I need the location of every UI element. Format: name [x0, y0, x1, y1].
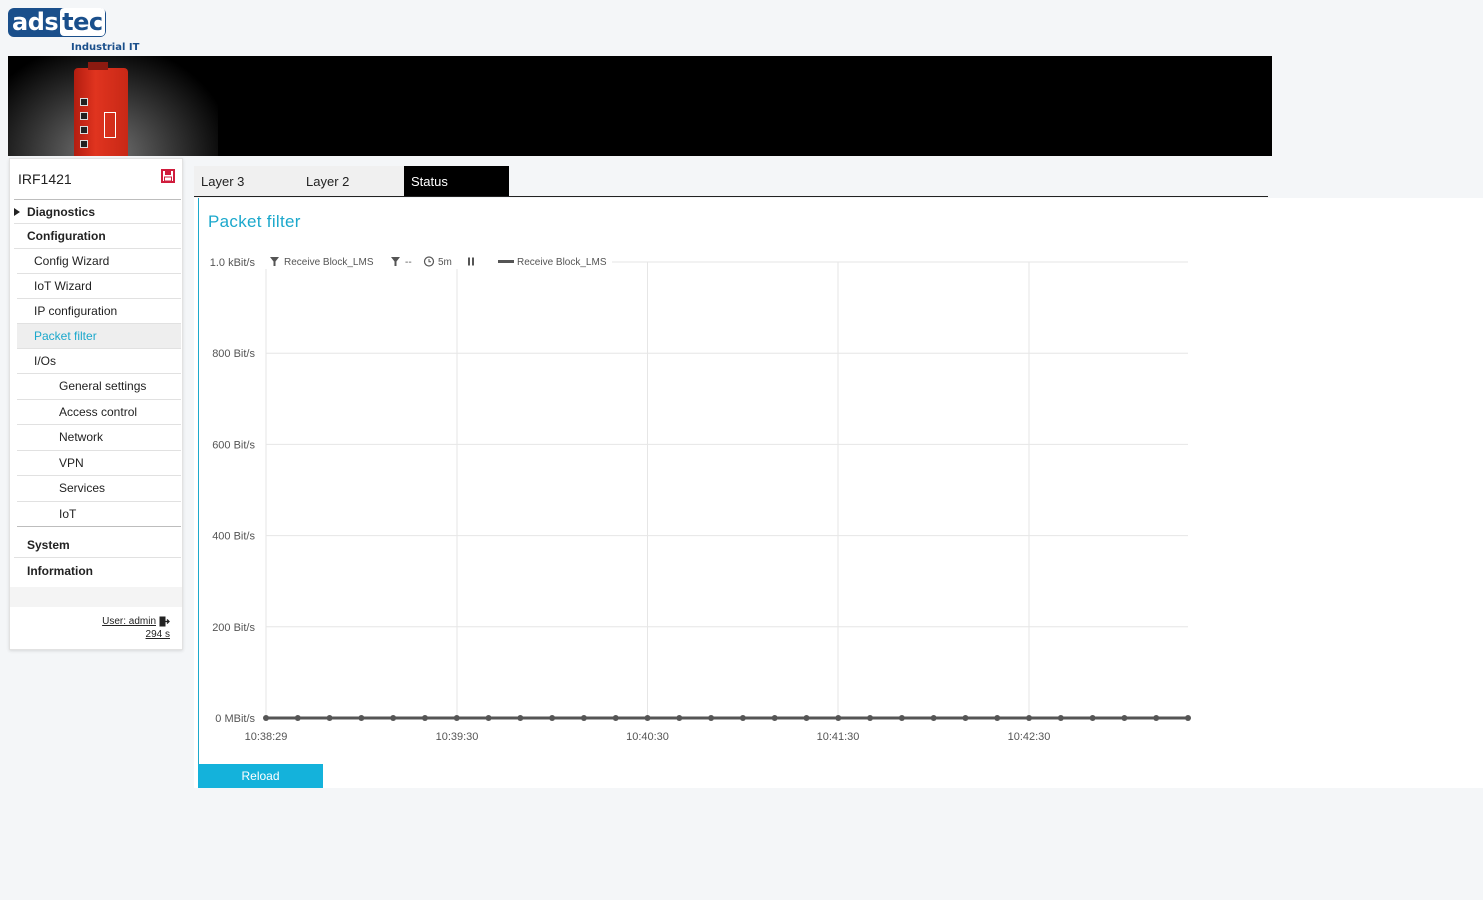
data-point — [580, 715, 587, 721]
legend-label[interactable]: Receive Block_LMS — [517, 257, 607, 268]
data-point — [612, 715, 619, 721]
nav-iot[interactable]: IoT — [17, 502, 181, 527]
tab-bar: Layer 3 Layer 2 Status — [194, 166, 509, 196]
data-point — [263, 715, 269, 721]
logout-link[interactable]: User: admin — [102, 616, 170, 627]
x-tick-label: 10:39:30 — [436, 731, 479, 743]
nav-system[interactable]: System — [14, 533, 181, 558]
tab-status[interactable]: Status — [404, 166, 509, 196]
y-tick-label: 800 Bit/s — [212, 348, 255, 360]
tab-layer2[interactable]: Layer 2 — [299, 166, 404, 196]
data-point — [1121, 715, 1128, 721]
data-point — [994, 715, 1001, 721]
y-tick-label: 600 Bit/s — [212, 439, 255, 451]
nav-vpn[interactable]: VPN — [17, 451, 181, 476]
nav-general-settings[interactable]: General settings — [17, 374, 181, 400]
data-point — [898, 715, 905, 721]
y-tick-label: 400 Bit/s — [212, 531, 255, 543]
nav-diagnostics[interactable]: Diagnostics — [14, 199, 181, 224]
interval-label[interactable]: 5m — [438, 257, 452, 268]
adstec-logo: ads tec Industrial IT — [8, 8, 140, 54]
device-header: IRF1421 — [10, 159, 182, 197]
x-tick-label: 10:41:30 — [817, 731, 860, 743]
filter2-label[interactable]: -- — [405, 257, 412, 268]
data-point — [421, 715, 428, 721]
data-point — [294, 715, 301, 721]
x-tick-label: 10:40:30 — [626, 731, 669, 743]
logo-tagline: Industrial IT — [71, 42, 140, 53]
device-image — [74, 62, 128, 156]
nav-packet-filter[interactable]: Packet filter — [17, 324, 181, 349]
sidebar-footer — [10, 587, 182, 607]
nav-ios[interactable]: I/Os — [17, 349, 181, 374]
nav-configuration[interactable]: Configuration — [14, 224, 181, 249]
content-panel: Packet filter 0 MBit/s 200 Bit/s 400 Bit/s… — [194, 198, 1483, 788]
y-tick-label: 200 Bit/s — [212, 622, 255, 634]
tab-layer3[interactable]: Layer 3 — [194, 166, 299, 196]
y-tick-label: 1.0 kBit/s — [210, 257, 256, 269]
data-point — [771, 715, 778, 721]
data-point — [517, 715, 524, 721]
data-point — [453, 715, 460, 721]
data-point — [390, 715, 397, 721]
data-point — [1057, 715, 1064, 721]
nav-ip-configuration[interactable]: IP configuration — [17, 299, 181, 324]
nav-services[interactable]: Services — [17, 476, 181, 502]
nav-access-control[interactable]: Access control — [17, 400, 181, 425]
logout-icon — [159, 616, 170, 627]
nav-iot-wizard[interactable]: IoT Wizard — [17, 274, 181, 299]
expand-icon — [14, 208, 20, 216]
device-name: IRF1421 — [18, 171, 72, 187]
data-point — [962, 715, 969, 721]
nav-tree: Diagnostics Configuration Config Wizard … — [10, 199, 182, 583]
legend-swatch — [498, 260, 514, 263]
x-tick-label: 10:38:29 — [245, 731, 288, 743]
nav-config-wizard[interactable]: Config Wizard — [17, 249, 181, 274]
save-icon[interactable] — [161, 169, 175, 183]
data-point — [358, 715, 365, 721]
logo-mark: ads tec — [8, 8, 106, 37]
data-point — [708, 715, 715, 721]
nav-information[interactable]: Information — [14, 558, 181, 583]
data-point — [867, 715, 874, 721]
data-point — [485, 715, 492, 721]
data-point — [739, 715, 746, 721]
sidebar: IRF1421 Diagnostics Configuration Config… — [9, 158, 183, 650]
data-point — [644, 715, 651, 721]
data-point — [835, 715, 842, 721]
data-point — [1153, 715, 1160, 721]
nav-network[interactable]: Network — [17, 425, 181, 451]
header-banner — [8, 56, 1272, 156]
traffic-chart: 0 MBit/s 200 Bit/s 400 Bit/s 600 Bit/s 800 B… — [210, 253, 1191, 743]
data-point — [1026, 715, 1033, 721]
x-tick-label: 10:42:30 — [1008, 731, 1051, 743]
data-point — [803, 715, 810, 721]
data-point — [930, 715, 937, 721]
data-point — [676, 715, 683, 721]
data-point — [326, 715, 333, 721]
y-tick-label: 0 MBit/s — [215, 713, 255, 725]
reload-button[interactable]: Reload — [198, 764, 323, 788]
data-point — [1089, 715, 1096, 721]
data-point — [549, 715, 556, 721]
chart-toolbar: Receive Block_LMS -- 5m Receive Block_LM… — [262, 253, 612, 269]
filter-label[interactable]: Receive Block_LMS — [284, 257, 374, 268]
data-point — [1185, 715, 1191, 721]
session-timer: 294 s — [145, 629, 170, 640]
